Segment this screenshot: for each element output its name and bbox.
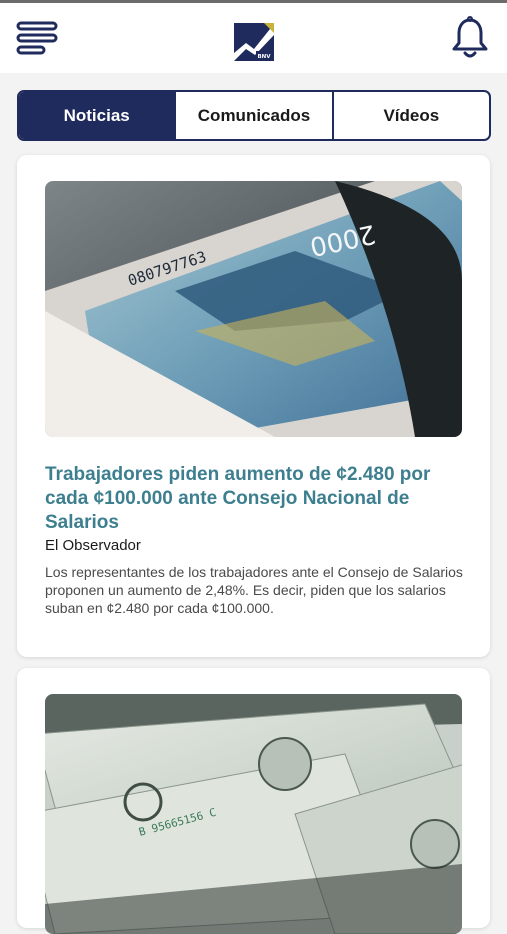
tab-videos[interactable]: Vídeos	[331, 92, 489, 139]
app-header: BNV	[0, 3, 507, 73]
chart-arrow-logo: BNV	[234, 23, 274, 61]
menu-button[interactable]	[16, 20, 60, 58]
colon-banknote-photo[interactable]: 080797763 2000	[45, 181, 462, 437]
dollar-bills-photo[interactable]: B 95665156 C	[45, 694, 462, 934]
news-card[interactable]: 080797763 2000 Trabajadores piden aument…	[17, 155, 490, 657]
hamburger-menu-icon	[16, 21, 58, 55]
news-title[interactable]: Trabajadores piden aumento de ¢2.480 por…	[45, 463, 465, 535]
section-tabs: Noticias Comunicados Vídeos	[17, 90, 491, 141]
news-card[interactable]: B 95665156 C	[17, 668, 490, 934]
news-source: El Observador	[45, 537, 141, 554]
news-summary: Los representantes de los trabajadores a…	[45, 564, 463, 616]
tab-comunicados[interactable]: Comunicados	[174, 92, 331, 139]
app-logo[interactable]: BNV	[234, 23, 274, 61]
notifications-button[interactable]	[450, 16, 490, 60]
bell-icon	[452, 16, 488, 58]
logo-text: BNV	[257, 54, 271, 60]
tab-noticias[interactable]: Noticias	[19, 92, 175, 139]
